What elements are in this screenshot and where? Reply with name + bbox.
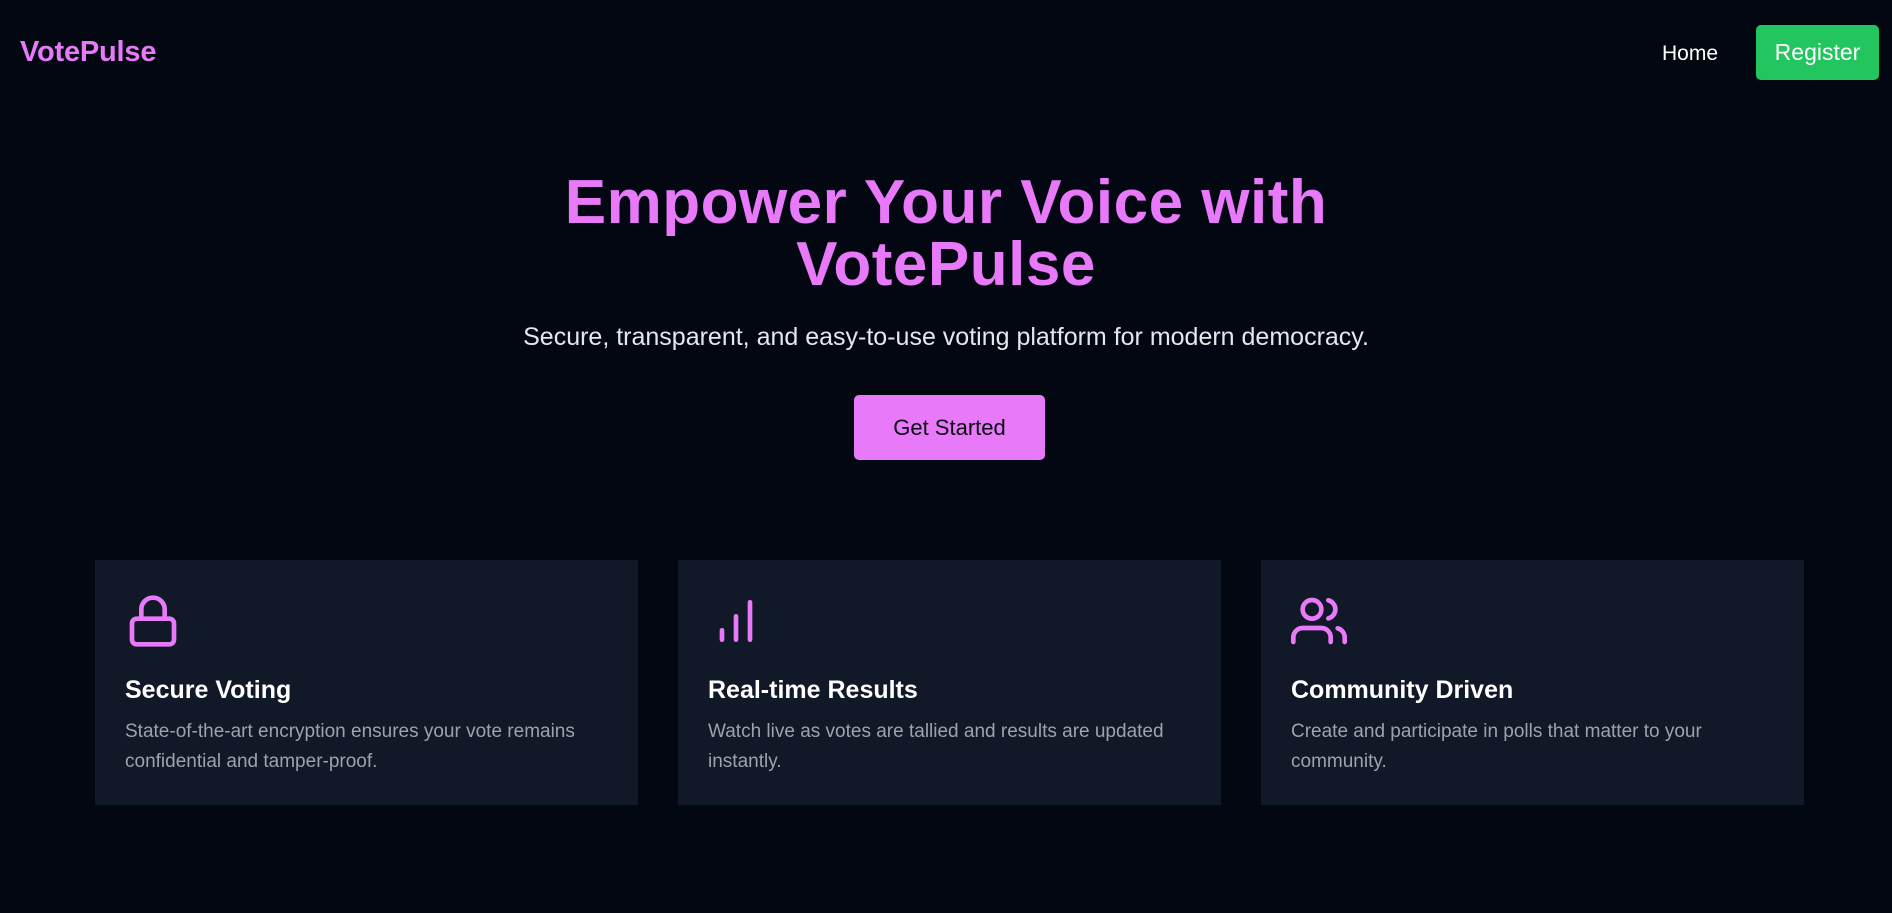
feature-title: Community Driven (1291, 676, 1514, 704)
feature-title: Real-time Results (708, 676, 918, 704)
bar-chart-icon (708, 593, 764, 649)
get-started-button[interactable]: Get Started (854, 395, 1045, 460)
users-icon (1291, 593, 1347, 649)
feature-description: Create and participate in polls that mat… (1291, 721, 1702, 772)
feature-description: Watch live as votes are tallied and resu… (708, 721, 1164, 772)
hero-subtitle: Secure, transparent, and easy-to-use vot… (523, 323, 1369, 351)
feature-card-real-time-results: Real-time Results Watch live as votes ar… (678, 560, 1221, 805)
nav-link-home[interactable]: Home (1662, 42, 1718, 66)
register-button[interactable]: Register (1756, 25, 1879, 80)
feature-card-secure-voting: Secure Voting State-of-the-art encryptio… (95, 560, 638, 805)
logo[interactable]: VotePulse (20, 36, 156, 69)
feature-card-community-driven: Community Driven Create and participate … (1261, 560, 1804, 805)
feature-description: State-of-the-art encryption ensures your… (125, 721, 575, 772)
feature-title: Secure Voting (125, 676, 292, 704)
hero-title-line-2: VotePulse (796, 230, 1096, 299)
navbar: VotePulse Home Register (0, 0, 1892, 106)
hero-title-line-1: Empower Your Voice with (564, 168, 1328, 237)
lock-icon (125, 593, 181, 649)
hero-title: Empower Your Voice with VotePulse (446, 172, 1446, 296)
